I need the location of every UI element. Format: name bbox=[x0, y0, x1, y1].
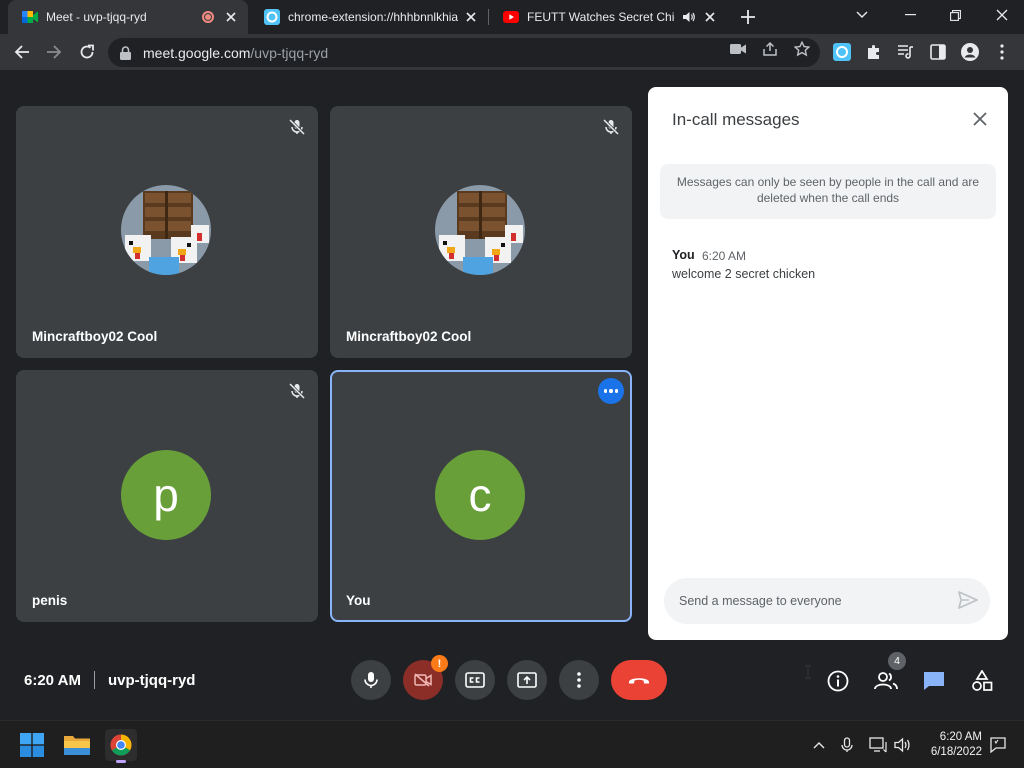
network-icon[interactable] bbox=[868, 735, 888, 755]
participant-name: Mincraftboy02 Cool bbox=[32, 329, 158, 344]
extensions-puzzle-icon[interactable] bbox=[864, 42, 884, 62]
people-icon[interactable] bbox=[873, 668, 899, 694]
tab-extension[interactable]: chrome-extension://hhhbnnlkhia bbox=[250, 0, 488, 34]
camera-off-icon bbox=[414, 673, 432, 687]
self-tile[interactable]: c You bbox=[330, 370, 632, 622]
system-date: 6/18/2022 bbox=[930, 746, 982, 758]
chrome-menu-icon[interactable] bbox=[992, 42, 1012, 62]
message-sender: You bbox=[672, 248, 695, 262]
message-compose[interactable] bbox=[664, 578, 990, 624]
youtube-icon bbox=[503, 9, 519, 25]
tab-title: FEUTT Watches Secret Chick bbox=[527, 10, 675, 24]
participant-tile[interactable]: Mincraftboy02 Cool bbox=[330, 106, 632, 358]
participant-avatar bbox=[435, 185, 525, 275]
panel-title: In-call messages bbox=[672, 110, 800, 129]
url-text: meet.google.com/uvp-tjqq-ryd bbox=[143, 44, 329, 61]
browser-toolbar: meet.google.com/uvp-tjqq-ryd bbox=[0, 34, 1024, 71]
more-options-icon[interactable] bbox=[598, 378, 624, 404]
present-screen-button[interactable] bbox=[507, 660, 547, 700]
captions-button[interactable] bbox=[455, 660, 495, 700]
mic-off-icon bbox=[288, 118, 306, 136]
active-app-indicator bbox=[116, 760, 126, 763]
camera-in-use-icon[interactable] bbox=[730, 41, 746, 57]
windows-start-icon[interactable] bbox=[16, 729, 48, 761]
reload-icon[interactable] bbox=[75, 40, 99, 64]
close-icon[interactable] bbox=[970, 109, 990, 129]
send-icon[interactable] bbox=[958, 591, 978, 611]
volume-icon[interactable] bbox=[893, 735, 913, 755]
camera-button[interactable]: ! bbox=[403, 655, 448, 700]
meet-call-area: Mincraftboy02 Cool Mincraftboy02 Cool p … bbox=[0, 71, 1024, 720]
hang-up-icon bbox=[629, 678, 649, 684]
extension-icon bbox=[264, 9, 280, 25]
camera-warning-badge: ! bbox=[431, 655, 448, 672]
mic-off-icon bbox=[288, 382, 306, 400]
side-panel-icon[interactable] bbox=[928, 42, 948, 62]
back-arrow-icon[interactable] bbox=[10, 40, 34, 64]
notification-icon[interactable] bbox=[988, 735, 1008, 755]
leave-call-button[interactable] bbox=[611, 660, 667, 700]
microphone-icon bbox=[364, 672, 378, 688]
chat-notice: Messages can only be seen by people in t… bbox=[660, 164, 996, 219]
meeting-info: 6:20 AM uvp-tjqq-ryd bbox=[24, 671, 195, 689]
media-control-icon[interactable] bbox=[896, 42, 916, 62]
participant-avatar: c bbox=[435, 450, 525, 540]
more-vert-icon bbox=[577, 672, 581, 688]
close-tab-icon[interactable] bbox=[701, 8, 719, 26]
mic-off-icon bbox=[602, 118, 620, 136]
participant-name: You bbox=[346, 593, 371, 608]
browser-tab-strip: Meet - uvp-tjqq-ryd chrome-extension://h… bbox=[0, 0, 1024, 34]
windows-taskbar: 6:20 AM 6/18/2022 bbox=[0, 720, 1024, 768]
participant-avatar bbox=[121, 185, 211, 275]
closed-captions-icon bbox=[465, 672, 485, 688]
profile-icon[interactable] bbox=[960, 42, 980, 62]
chrome-app-icon[interactable] bbox=[105, 729, 137, 763]
close-tab-icon[interactable] bbox=[462, 8, 480, 26]
recording-icon bbox=[202, 11, 214, 23]
message-time: 6:20 AM bbox=[702, 249, 747, 263]
text-cursor-icon bbox=[804, 665, 812, 679]
tab-title: chrome-extension://hhhbnnlkhia bbox=[288, 10, 459, 24]
share-icon[interactable] bbox=[762, 41, 778, 57]
meeting-time: 6:20 AM bbox=[24, 671, 81, 689]
participant-name: Mincraftboy02 Cool bbox=[346, 329, 472, 344]
present-screen-icon bbox=[517, 672, 537, 688]
close-tab-icon[interactable] bbox=[222, 8, 240, 26]
tab-title: Meet - uvp-tjqq-ryd bbox=[46, 10, 147, 24]
bookmark-star-icon[interactable] bbox=[794, 41, 810, 57]
microphone-in-use-icon[interactable] bbox=[837, 735, 857, 755]
tab-youtube[interactable]: FEUTT Watches Secret Chick bbox=[489, 0, 727, 34]
meeting-details-icon[interactable] bbox=[825, 668, 851, 694]
file-explorer-icon[interactable] bbox=[61, 729, 93, 761]
divider bbox=[93, 671, 95, 689]
chat-icon[interactable] bbox=[921, 668, 947, 694]
activities-icon[interactable] bbox=[969, 668, 995, 694]
participant-tile[interactable]: p penis bbox=[16, 370, 318, 622]
show-hidden-icons-chevron-icon[interactable] bbox=[809, 735, 829, 755]
google-meet-icon bbox=[22, 9, 38, 25]
meeting-code: uvp-tjqq-ryd bbox=[107, 671, 196, 689]
restore-window-icon[interactable] bbox=[933, 0, 977, 30]
extension-app-icon[interactable] bbox=[832, 42, 852, 62]
close-window-icon[interactable] bbox=[980, 0, 1024, 30]
system-time: 6:20 AM bbox=[939, 731, 982, 743]
new-tab-button[interactable] bbox=[738, 7, 758, 27]
tab-search-icon[interactable] bbox=[840, 0, 884, 30]
participant-avatar: p bbox=[121, 450, 211, 540]
minimize-window-icon[interactable] bbox=[888, 0, 932, 30]
people-count-badge: 4 bbox=[888, 652, 906, 670]
system-clock[interactable]: 6:20 AM 6/18/2022 bbox=[918, 730, 982, 760]
in-call-messages-panel: In-call messages Messages can only be se… bbox=[648, 87, 1008, 640]
forward-arrow-icon[interactable] bbox=[42, 40, 66, 64]
participant-tile[interactable]: Mincraftboy02 Cool bbox=[16, 106, 318, 358]
participant-name: penis bbox=[32, 593, 68, 608]
speaker-icon[interactable] bbox=[681, 9, 697, 25]
message-text: welcome 2 secret chicken bbox=[672, 267, 816, 281]
tab-meet[interactable]: Meet - uvp-tjqq-ryd bbox=[8, 0, 248, 34]
address-bar[interactable]: meet.google.com/uvp-tjqq-ryd bbox=[108, 38, 820, 67]
more-options-button[interactable] bbox=[559, 660, 599, 700]
microphone-button[interactable] bbox=[351, 660, 391, 700]
message-input[interactable] bbox=[679, 594, 939, 608]
lock-icon[interactable] bbox=[120, 45, 134, 60]
